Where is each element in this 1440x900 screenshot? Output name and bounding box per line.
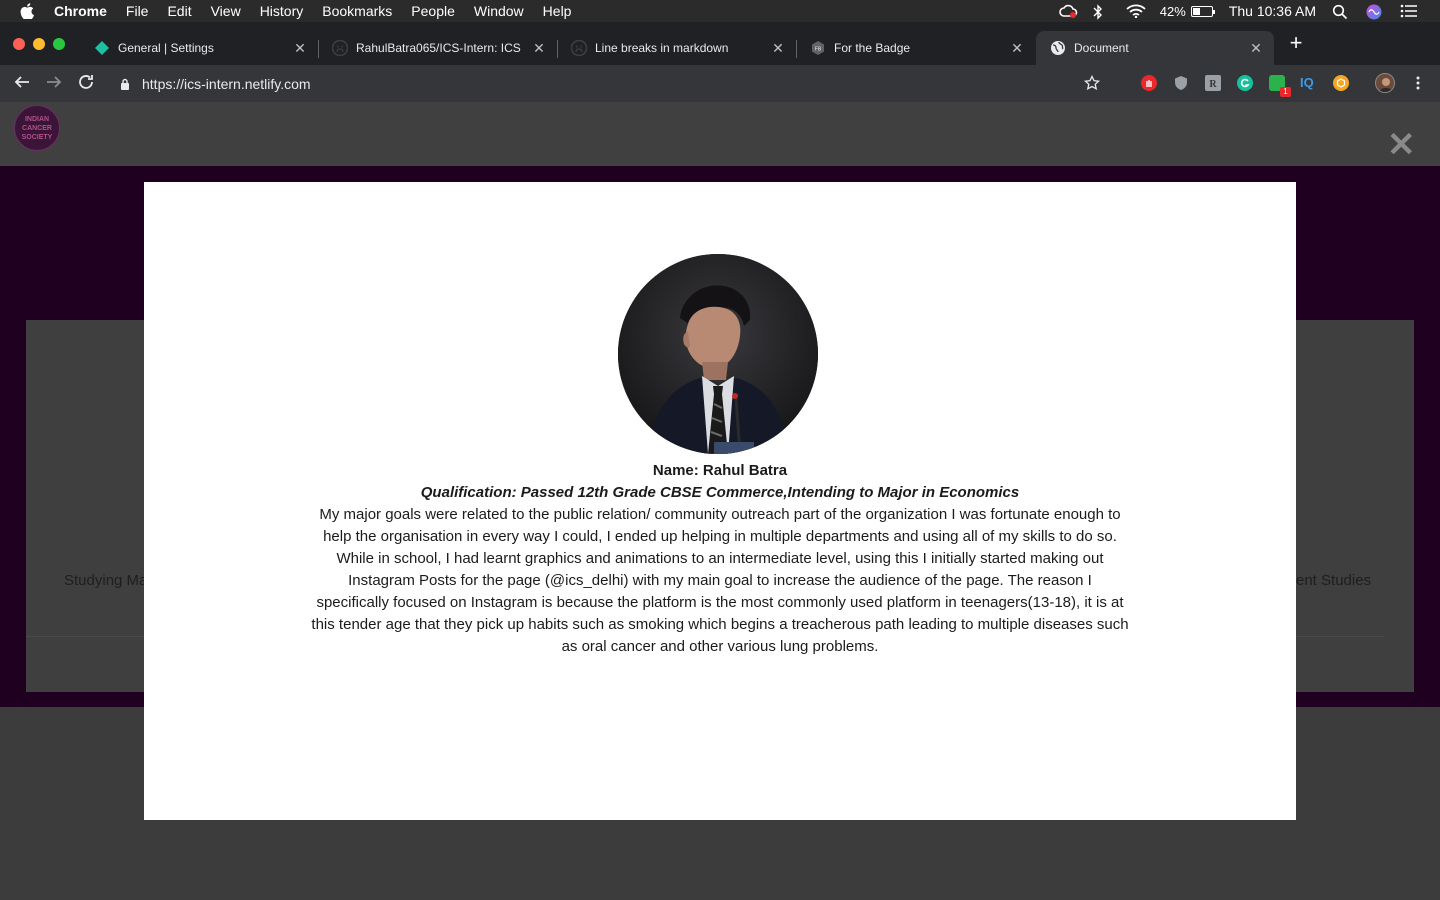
tab-close-icon[interactable]: ✕: [531, 40, 547, 56]
tab-close-icon[interactable]: ✕: [1009, 40, 1025, 56]
svg-text:R: R: [1209, 79, 1217, 90]
extension-green-icon[interactable]: 1: [1269, 75, 1291, 97]
tab-general-settings[interactable]: General | Settings ✕: [80, 31, 318, 65]
honey-icon[interactable]: [1333, 75, 1349, 91]
svg-text:INDIAN: INDIAN: [25, 116, 49, 123]
profile-bio: My major goals were related to the publi…: [311, 506, 1129, 655]
profile-modal: Name: Rahul Batra Qualification: Passed …: [144, 182, 1296, 820]
wifi-icon[interactable]: [1126, 4, 1146, 19]
diamond-icon: [94, 40, 110, 56]
svg-text:CANCER: CANCER: [22, 125, 52, 132]
tab-line-breaks-markdown[interactable]: Line breaks in markdown ✕: [557, 31, 796, 65]
background-card-text-right: ent Studies: [1296, 572, 1372, 589]
svg-text:FB: FB: [815, 47, 822, 53]
battery-icon[interactable]: [1190, 5, 1215, 17]
tab-document[interactable]: Document ✕: [1036, 31, 1274, 65]
menu-people[interactable]: People: [411, 3, 455, 19]
shield-icon[interactable]: [1173, 75, 1189, 91]
tab-github-ics-intern[interactable]: RahulBatra065/ICS-Intern: ICS ✕: [318, 31, 557, 65]
browser-toolbar: https://ics-intern.netlify.com R 1 IQ: [0, 65, 1440, 102]
profile-qualification: Qualification: Passed 12th Grade CBSE Co…: [420, 484, 1020, 501]
tab-strip: General | Settings ✕ RahulBatra065/ICS-I…: [0, 22, 1440, 65]
clock[interactable]: Thu 10:36 AM: [1229, 3, 1316, 19]
forward-button[interactable]: [44, 73, 64, 93]
window-minimize-button[interactable]: [33, 38, 45, 50]
badge-icon: FB: [810, 40, 826, 56]
menu-window[interactable]: Window: [474, 3, 524, 19]
menu-edit[interactable]: Edit: [167, 3, 191, 19]
chrome-menu-icon[interactable]: [1410, 75, 1426, 91]
tab-title: General | Settings: [118, 41, 214, 55]
creative-cloud-icon[interactable]: [1058, 4, 1078, 18]
tab-close-icon[interactable]: ✕: [1248, 40, 1264, 56]
profile-name: Name: Rahul Batra: [652, 462, 788, 479]
tab-close-icon[interactable]: ✕: [770, 40, 786, 56]
github-icon: [570, 39, 588, 57]
reload-button[interactable]: [76, 73, 96, 93]
tab-title: RahulBatra065/ICS-Intern: ICS: [356, 41, 521, 55]
menu-file[interactable]: File: [126, 3, 149, 19]
menu-history[interactable]: History: [260, 3, 304, 19]
web-page: INDIAN CANCER SOCIETY ✕ Studying Ma ent …: [0, 102, 1440, 900]
font-icon[interactable]: R: [1205, 75, 1221, 91]
tab-title: For the Badge: [834, 41, 911, 55]
address-bar[interactable]: https://ics-intern.netlify.com: [106, 69, 1101, 98]
svg-text:SOCIETY: SOCIETY: [22, 134, 53, 141]
iq-icon[interactable]: IQ: [1300, 75, 1316, 91]
siri-icon[interactable]: [1366, 4, 1384, 20]
menu-bookmarks[interactable]: Bookmarks: [322, 3, 392, 19]
site-header: INDIAN CANCER SOCIETY ✕: [0, 102, 1440, 166]
grammarly-icon[interactable]: [1237, 75, 1253, 91]
modal-close-button[interactable]: ✕: [1387, 128, 1416, 162]
menu-view[interactable]: View: [211, 3, 241, 19]
tab-close-icon[interactable]: ✕: [292, 40, 308, 56]
notification-center-icon[interactable]: [1400, 4, 1418, 18]
globe-icon: [1050, 40, 1066, 56]
url-text[interactable]: https://ics-intern.netlify.com: [142, 76, 311, 92]
tab-title: Document: [1074, 41, 1129, 55]
window-close-button[interactable]: [13, 38, 25, 50]
indian-cancer-society-logo[interactable]: INDIAN CANCER SOCIETY: [14, 105, 60, 151]
tab-title: Line breaks in markdown: [595, 41, 729, 55]
macos-menu-bar: Chrome File Edit View History Bookmarks …: [0, 0, 1440, 22]
profile-avatar[interactable]: [1375, 73, 1395, 93]
apple-menu-icon[interactable]: [20, 3, 36, 20]
back-button[interactable]: [12, 73, 32, 93]
new-tab-button[interactable]: +: [1284, 31, 1308, 55]
lock-icon[interactable]: [120, 77, 130, 90]
background-card-text-left: Studying Ma: [64, 572, 148, 589]
profile-details: Name: Rahul Batra Qualification: Passed …: [144, 460, 1296, 658]
adblock-icon[interactable]: [1141, 75, 1157, 91]
battery-percent: 42%: [1159, 3, 1186, 19]
profile-photo: [618, 254, 818, 454]
bookmark-star-icon[interactable]: [1083, 74, 1101, 91]
menu-app-name[interactable]: Chrome: [54, 3, 107, 19]
github-icon: [331, 39, 349, 57]
spotlight-search-icon[interactable]: [1332, 4, 1350, 20]
menu-help[interactable]: Help: [543, 3, 572, 19]
window-zoom-button[interactable]: [53, 38, 65, 50]
extension-badge: 1: [1280, 87, 1291, 97]
bluetooth-icon[interactable]: [1092, 4, 1110, 20]
tab-for-the-badge[interactable]: FB For the Badge ✕: [796, 31, 1035, 65]
